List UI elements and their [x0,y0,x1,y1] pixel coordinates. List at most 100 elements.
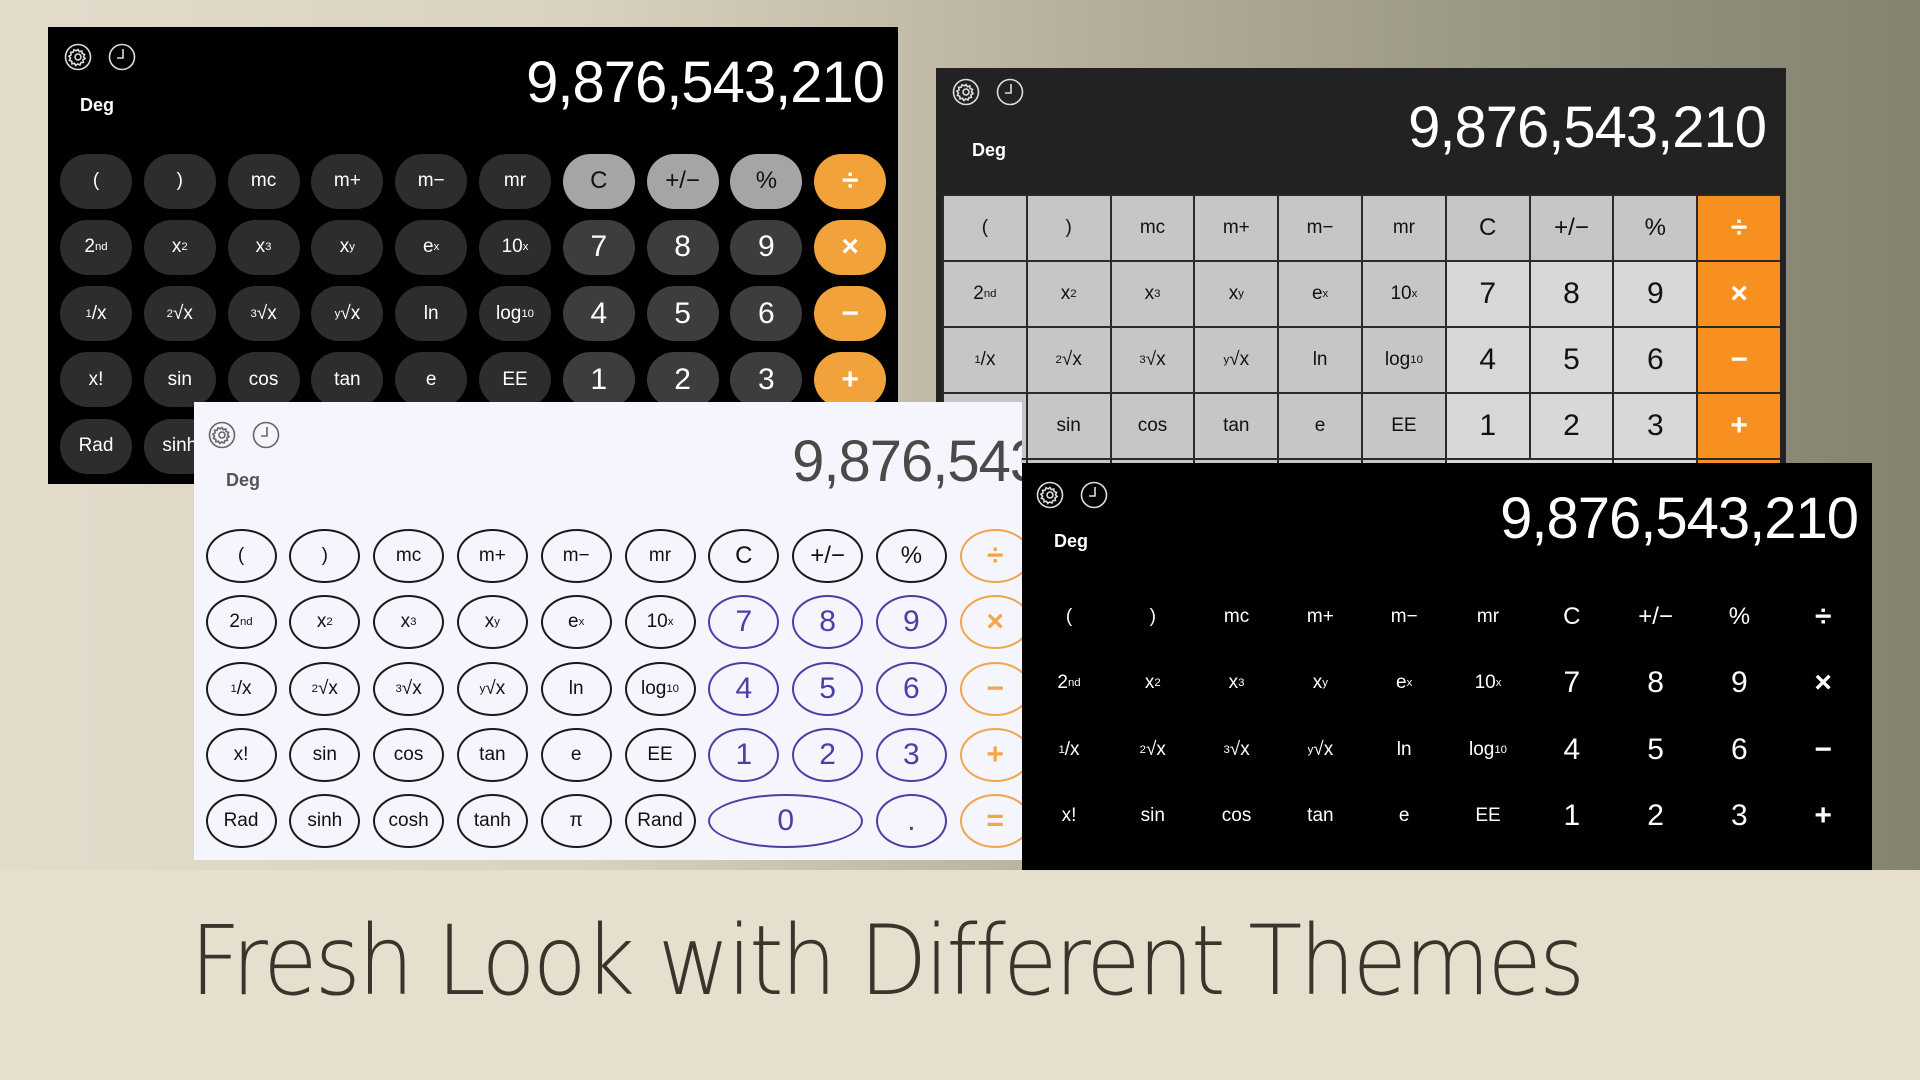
six-key[interactable]: 6 [1703,722,1775,778]
plus-minus-key[interactable]: +/− [792,529,864,583]
seven-key[interactable]: 7 [1446,262,1529,326]
divide-key[interactable]: ÷ [1787,589,1859,645]
y-root-key[interactable]: y √x [311,286,384,342]
mc-key[interactable]: mc [1201,589,1273,645]
add-key[interactable]: + [959,727,1022,782]
sinh-key[interactable]: sinh [289,794,361,849]
zero-key[interactable]: 0 [708,794,864,849]
mc-key[interactable]: mc [227,153,300,209]
m-plus-key[interactable]: m+ [1195,196,1278,260]
ee-key[interactable]: EE [624,727,696,782]
six-key[interactable]: 6 [875,661,947,716]
e-key[interactable]: e [540,727,612,782]
cos-key[interactable]: cos [1111,394,1194,458]
two-key[interactable]: 2 [646,352,719,408]
six-key[interactable]: 6 [1614,328,1697,392]
eight-key[interactable]: 8 [792,595,864,650]
multiply-key[interactable]: × [1698,262,1780,326]
eight-key[interactable]: 8 [1530,262,1613,326]
sin-key[interactable]: sin [1027,394,1110,458]
history-clock-icon[interactable] [108,43,136,71]
ee-key[interactable]: EE [1452,788,1524,844]
open-paren-key[interactable]: ( [1033,589,1105,645]
five-key[interactable]: 5 [1530,328,1613,392]
x-pow-y-key[interactable]: xy [456,595,528,650]
four-key[interactable]: 4 [562,286,635,342]
factorial-key[interactable]: x! [205,727,277,782]
history-clock-icon[interactable] [252,421,280,449]
e-pow-x-key[interactable]: ex [1368,655,1440,711]
x-pow-y-key[interactable]: xy [311,219,384,275]
percent-key[interactable]: % [1703,589,1775,645]
y-root-key[interactable]: y √x [1284,722,1356,778]
close-paren-key[interactable]: ) [289,529,361,583]
second-key[interactable]: 2nd [1033,655,1105,711]
mc-key[interactable]: mc [373,529,445,583]
percent-key[interactable]: % [875,529,947,583]
ln-key[interactable]: ln [540,661,612,716]
three-key[interactable]: 3 [1703,788,1775,844]
square-root-key[interactable]: 2 √x [143,286,216,342]
cosh-key[interactable]: cosh [373,794,445,849]
y-root-key[interactable]: y √x [1195,328,1278,392]
cube-root-key[interactable]: 3 √x [1111,328,1194,392]
x-pow-y-key[interactable]: xy [1195,262,1278,326]
add-key[interactable]: + [1698,394,1780,458]
m-minus-key[interactable]: m− [1368,589,1440,645]
seven-key[interactable]: 7 [1536,655,1608,711]
divide-key[interactable]: ÷ [814,153,887,209]
square-root-key[interactable]: 2 √x [1117,722,1189,778]
open-paren-key[interactable]: ( [944,196,1026,260]
settings-gear-icon[interactable] [1036,481,1064,509]
one-key[interactable]: 1 [1536,788,1608,844]
x-squared-key[interactable]: x2 [289,595,361,650]
e-pow-x-key[interactable]: ex [1279,262,1361,326]
second-key[interactable]: 2nd [944,262,1026,326]
four-key[interactable]: 4 [1446,328,1529,392]
seven-key[interactable]: 7 [562,219,635,275]
pi-key[interactable]: π [540,794,612,849]
four-key[interactable]: 4 [708,661,780,716]
square-root-key[interactable]: 2 √x [289,661,361,716]
settings-gear-icon[interactable] [208,421,236,449]
ln-key[interactable]: ln [1279,328,1361,392]
equals-key[interactable]: = [959,794,1022,849]
clear-key[interactable]: C [1536,589,1608,645]
cube-root-key[interactable]: 3 √x [1201,722,1273,778]
settings-gear-icon[interactable] [64,43,92,71]
cos-key[interactable]: cos [227,352,300,408]
close-paren-key[interactable]: ) [143,153,216,209]
multiply-key[interactable]: × [959,595,1022,650]
four-key[interactable]: 4 [1536,722,1608,778]
plus-minus-key[interactable]: +/− [1620,589,1692,645]
plus-minus-key[interactable]: +/− [1530,196,1613,260]
subtract-key[interactable]: − [959,661,1022,716]
factorial-key[interactable]: x! [60,352,132,408]
rad-key[interactable]: Rad [205,794,277,849]
clear-key[interactable]: C [708,529,780,583]
three-key[interactable]: 3 [875,727,947,782]
square-root-key[interactable]: 2 √x [1027,328,1110,392]
ln-key[interactable]: ln [1368,722,1440,778]
ee-key[interactable]: EE [479,352,551,408]
multiply-key[interactable]: × [1787,655,1859,711]
second-key[interactable]: 2nd [205,595,277,650]
nine-key[interactable]: 9 [730,219,803,275]
clear-key[interactable]: C [562,153,635,209]
nine-key[interactable]: 9 [1614,262,1697,326]
tan-key[interactable]: tan [1195,394,1278,458]
mr-key[interactable]: mr [1452,589,1524,645]
one-key[interactable]: 1 [708,727,780,782]
divide-key[interactable]: ÷ [959,529,1022,583]
one-key[interactable]: 1 [1446,394,1529,458]
x-cubed-key[interactable]: x3 [373,595,445,650]
cube-root-key[interactable]: 3 √x [227,286,300,342]
percent-key[interactable]: % [1614,196,1697,260]
e-pow-x-key[interactable]: ex [395,219,468,275]
ten-pow-x-key[interactable]: 10 x [1363,262,1445,326]
reciprocal-key[interactable]: 1/x [60,286,132,342]
tan-key[interactable]: tan [311,352,384,408]
history-clock-icon[interactable] [996,78,1024,106]
sin-key[interactable]: sin [143,352,216,408]
mc-key[interactable]: mc [1111,196,1194,260]
